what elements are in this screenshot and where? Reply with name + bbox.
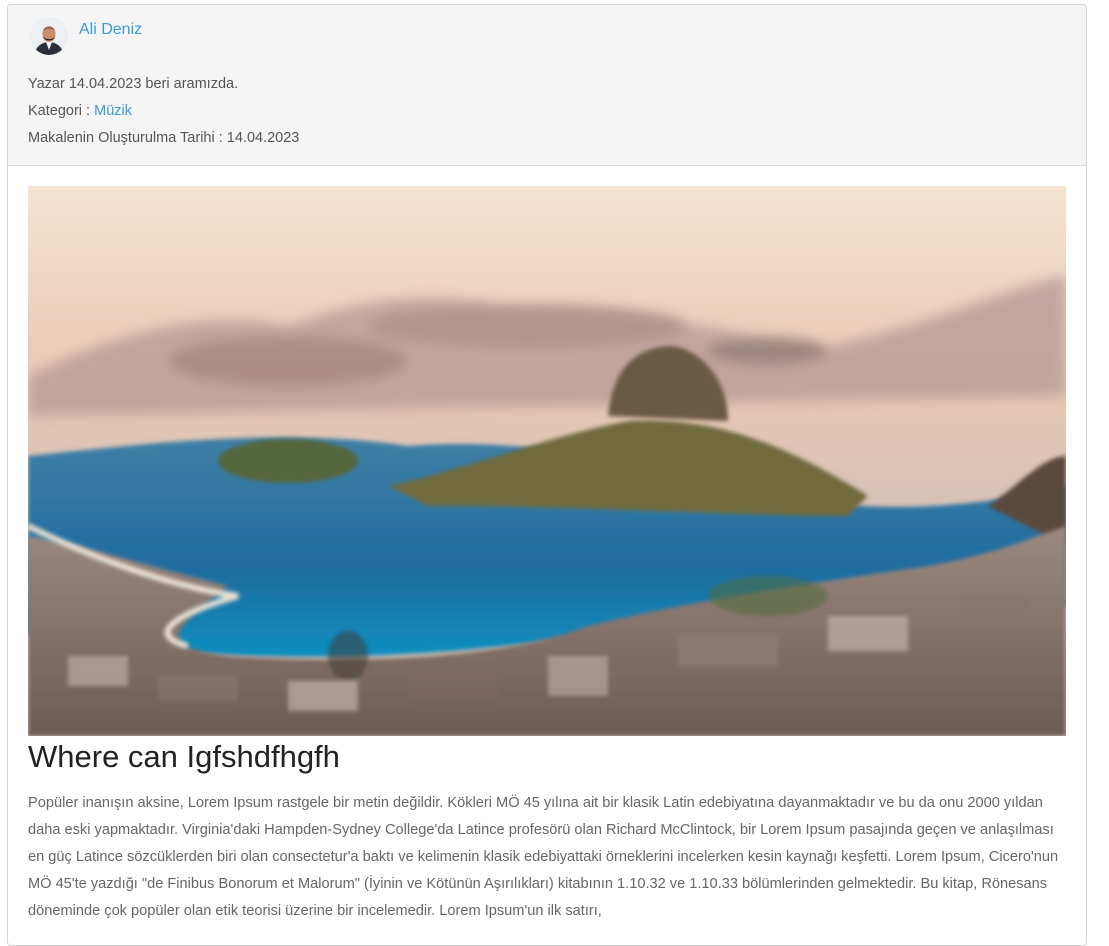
author-member-since: Yazar 14.04.2023 beri aramızda. <box>28 76 239 92</box>
author-name-link[interactable]: Ali Deniz <box>79 21 142 39</box>
article-title: Where can Igfshdfhgfh <box>28 739 340 774</box>
category-row: Kategori : Müzik <box>28 103 132 119</box>
category-label: Kategori : <box>28 103 91 119</box>
hero-image <box>28 186 1066 736</box>
author-avatar-icon <box>30 17 68 55</box>
article-paragraph: Popüler inanışın aksine, Lorem Ipsum ras… <box>28 795 1059 919</box>
avatar[interactable] <box>30 17 68 55</box>
author-header: Ali Deniz Yazar 14.04.2023 beri aramızda… <box>8 5 1086 166</box>
category-link[interactable]: Müzik <box>94 103 132 119</box>
created-date: Makalenin Oluşturulma Tarihi : 14.04.202… <box>28 130 300 146</box>
article-card: Ali Deniz Yazar 14.04.2023 beri aramızda… <box>7 4 1087 946</box>
